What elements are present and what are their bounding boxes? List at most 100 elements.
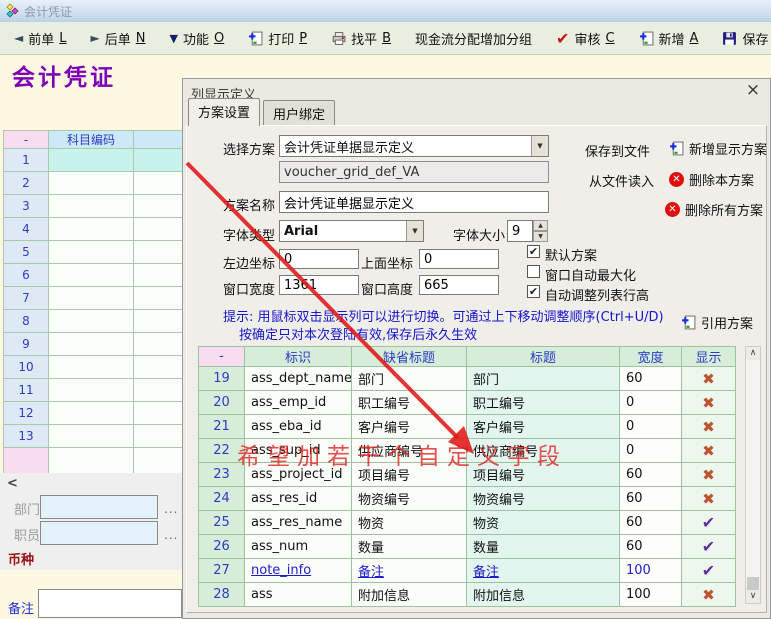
voucher-cell[interactable] (134, 356, 183, 379)
field-id-cell[interactable]: ass_num (245, 535, 352, 559)
spinner-down-icon[interactable]: ▼ (533, 231, 548, 242)
width-cell[interactable]: 60 (620, 463, 682, 487)
field-id-cell[interactable]: ass_eba_id (245, 415, 352, 439)
scheme-name-field[interactable] (279, 191, 549, 213)
next-doc-button[interactable]: ► 后单N (91, 29, 146, 48)
title-cell[interactable]: 数量 (467, 535, 620, 559)
save-button[interactable]: 保存S (722, 29, 771, 48)
prev-doc-button[interactable]: ◄ 前单L (14, 29, 67, 48)
voucher-cell[interactable] (134, 333, 183, 356)
title-cell[interactable]: 物资编号 (467, 487, 620, 511)
functions-button[interactable]: ▼ 功能O (169, 29, 224, 48)
default-title-cell[interactable]: 项目编号 (352, 463, 467, 487)
voucher-row-number[interactable]: 12 (4, 402, 49, 425)
font-size-field[interactable] (507, 220, 533, 242)
add-scheme-button[interactable]: 新增显示方案 (669, 139, 767, 158)
voucher-row[interactable]: 3 (4, 195, 183, 218)
voucher-row-number[interactable]: 3 (4, 195, 49, 218)
audit-button[interactable]: ✔ 审核C (556, 29, 615, 48)
voucher-row[interactable]: 2 (4, 172, 183, 195)
voucher-row-number[interactable]: 9 (4, 333, 49, 356)
voucher-cell[interactable] (49, 379, 134, 402)
delete-scheme-button[interactable]: ✕ 删除本方案 (669, 170, 754, 189)
voucher-cell[interactable] (49, 287, 134, 310)
voucher-cell[interactable] (49, 195, 134, 218)
checkbox-auto-maximize[interactable] (527, 265, 540, 278)
width-cell[interactable]: 60 (620, 511, 682, 535)
chevron-down-icon[interactable]: ▼ (406, 221, 423, 241)
voucher-row[interactable]: 5 (4, 241, 183, 264)
default-title-cell[interactable]: 附加信息 (352, 583, 467, 607)
voucher-row-number[interactable]: 11 (4, 379, 49, 402)
voucher-cell[interactable] (134, 310, 183, 333)
voucher-cell[interactable] (134, 425, 183, 448)
read-from-file-button[interactable]: 从文件读入 (589, 171, 654, 190)
voucher-cell[interactable] (49, 356, 134, 379)
voucher-row[interactable]: 4 (4, 218, 183, 241)
dept-browse-button[interactable]: ... (164, 502, 178, 516)
voucher-cell[interactable] (134, 218, 183, 241)
save-to-file-button[interactable]: 保存到文件 (585, 141, 650, 160)
voucher-row[interactable]: 13 (4, 425, 183, 448)
voucher-row-number[interactable]: 6 (4, 264, 49, 287)
title-cell[interactable]: 备注 (467, 559, 620, 583)
show-cross-icon[interactable]: ✖ (682, 391, 736, 415)
staff-browse-button[interactable]: ... (164, 528, 178, 542)
voucher-row[interactable]: 7 (4, 287, 183, 310)
column-table-row[interactable]: 28ass附加信息附加信息100✖ (199, 583, 736, 607)
field-id-cell[interactable]: ass_dept_name (245, 367, 352, 391)
note-field[interactable] (38, 589, 182, 618)
default-title-cell[interactable]: 供应商编号 (352, 439, 467, 463)
voucher-cell[interactable] (49, 172, 134, 195)
voucher-cell[interactable] (49, 149, 134, 172)
row-number-cell[interactable]: 24 (199, 487, 245, 511)
width-cell[interactable]: 0 (620, 391, 682, 415)
tab-scheme-settings[interactable]: 方案设置 (188, 98, 260, 126)
voucher-row-number[interactable]: 7 (4, 287, 49, 310)
row-number-cell[interactable]: 19 (199, 367, 245, 391)
column-table-row[interactable]: 22ass_sup_id供应商编号供应商编号0✖ (199, 439, 736, 463)
column-table-row[interactable]: 26ass_num数量数量60✔ (199, 535, 736, 559)
column-table-row[interactable]: 20ass_emp_id职工编号职工编号0✖ (199, 391, 736, 415)
cash-flow-button[interactable]: 现金流分配 (415, 29, 480, 48)
field-id-cell[interactable]: ass_project_id (245, 463, 352, 487)
voucher-row-number[interactable]: 4 (4, 218, 49, 241)
voucher-cell[interactable] (49, 241, 134, 264)
width-cell[interactable]: 60 (620, 535, 682, 559)
scroll-down-icon[interactable]: ∨ (746, 590, 760, 603)
default-title-cell[interactable]: 职工编号 (352, 391, 467, 415)
checkbox-default-scheme[interactable]: ✔ (527, 245, 540, 258)
collapse-arrow[interactable]: < (7, 476, 18, 491)
column-table-row[interactable]: 23ass_project_id项目编号项目编号60✖ (199, 463, 736, 487)
print-button[interactable]: 打印P (248, 29, 307, 48)
column-table-row[interactable]: 19ass_dept_name部门部门60✖ (199, 367, 736, 391)
voucher-row-number[interactable]: 5 (4, 241, 49, 264)
show-cross-icon[interactable]: ✖ (682, 463, 736, 487)
close-icon[interactable]: × (744, 81, 762, 99)
default-title-cell[interactable]: 物资编号 (352, 487, 467, 511)
voucher-cell[interactable] (49, 264, 134, 287)
title-cell[interactable]: 附加信息 (467, 583, 620, 607)
tab-user-binding[interactable]: 用户绑定 (263, 100, 335, 126)
top-coord-field[interactable] (419, 249, 499, 269)
balance-button[interactable]: 找平B (331, 29, 391, 48)
row-number-cell[interactable]: 27 (199, 559, 245, 583)
row-number-cell[interactable]: 26 (199, 535, 245, 559)
voucher-row-number[interactable]: 10 (4, 356, 49, 379)
width-cell[interactable]: 100 (620, 559, 682, 583)
title-cell[interactable]: 项目编号 (467, 463, 620, 487)
show-cross-icon[interactable]: ✖ (682, 487, 736, 511)
voucher-cell[interactable] (49, 402, 134, 425)
voucher-row-number[interactable]: 8 (4, 310, 49, 333)
window-width-field[interactable] (279, 275, 359, 295)
column-table-row[interactable]: 24ass_res_id物资编号物资编号60✖ (199, 487, 736, 511)
font-size-spinner[interactable]: ▲ ▼ (533, 220, 548, 242)
title-cell[interactable]: 职工编号 (467, 391, 620, 415)
column-table-row[interactable]: 25ass_res_name物资物资60✔ (199, 511, 736, 535)
reference-scheme-button[interactable]: 引用方案 (681, 313, 753, 332)
show-check-icon[interactable]: ✔ (682, 511, 736, 535)
window-height-field[interactable] (419, 275, 499, 295)
default-title-cell[interactable]: 物资 (352, 511, 467, 535)
column-table-row[interactable]: 21ass_eba_id客户编号客户编号0✖ (199, 415, 736, 439)
title-cell[interactable]: 客户编号 (467, 415, 620, 439)
